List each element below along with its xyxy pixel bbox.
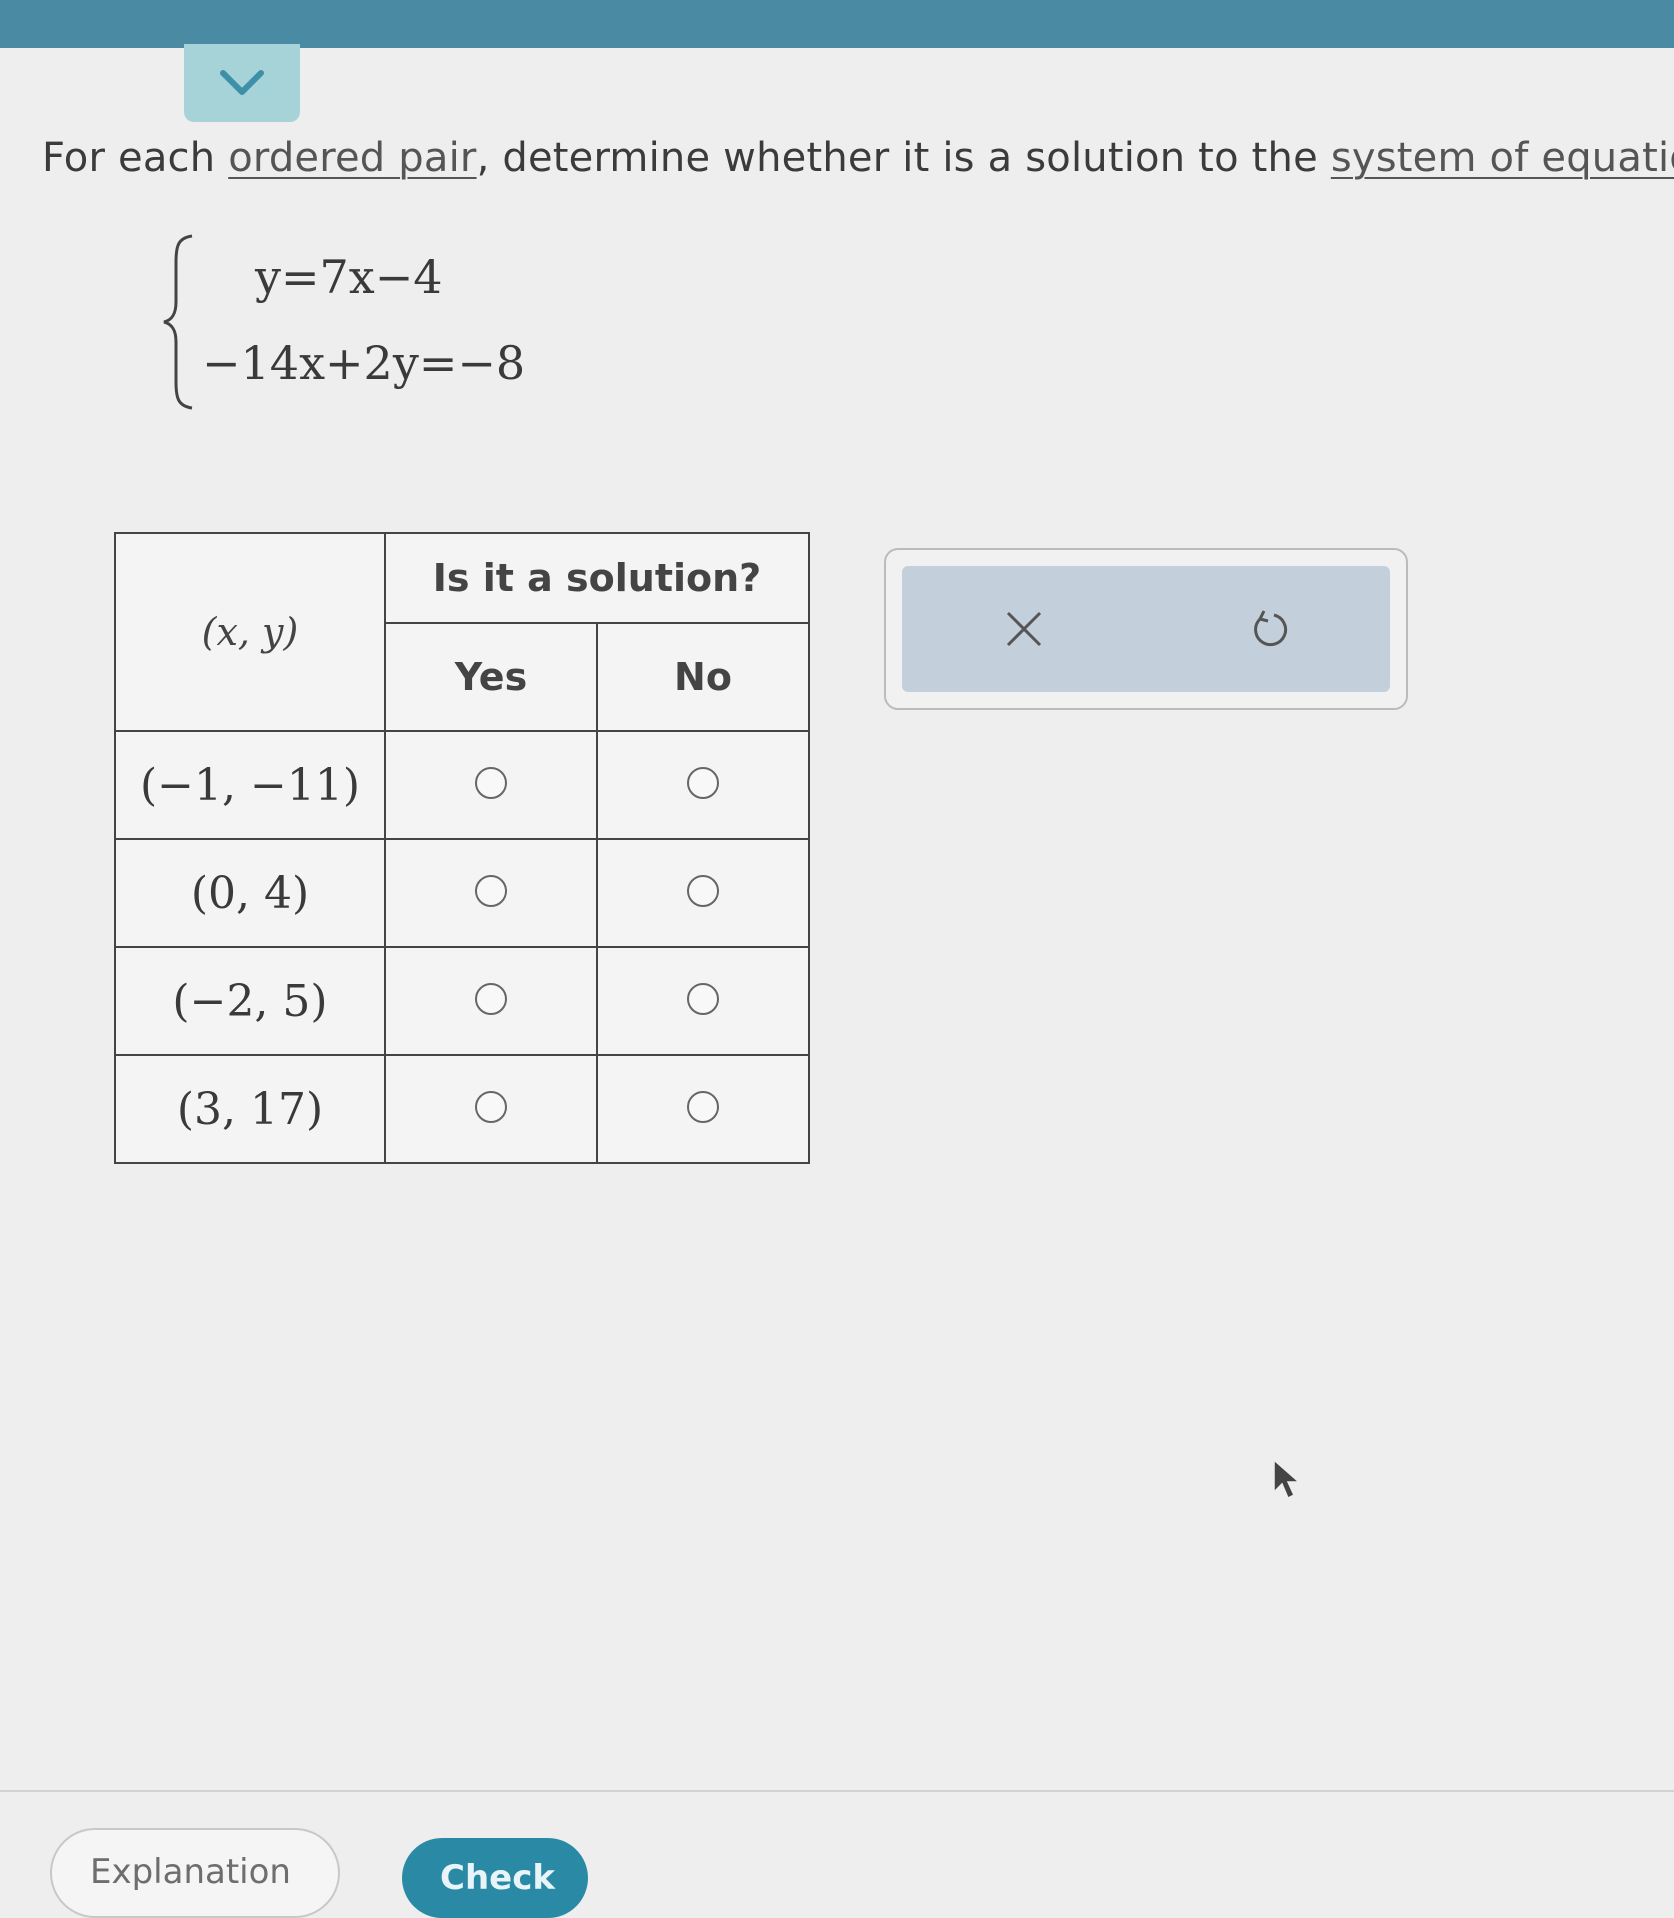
check-button[interactable]: Check <box>402 1838 588 1918</box>
yes-cell <box>384 1054 598 1164</box>
no-radio[interactable] <box>687 875 719 907</box>
question-prompt: For each ordered pair, determine whether… <box>42 135 1674 181</box>
mouse-cursor-icon <box>1273 1458 1301 1500</box>
no-radio[interactable] <box>687 767 719 799</box>
ordered-pair: (−1, −11) <box>114 730 386 840</box>
ordered-pair-link[interactable]: ordered pair <box>228 135 476 181</box>
yes-radio[interactable] <box>475 1091 507 1123</box>
no-cell <box>596 1054 810 1164</box>
solution-group-header: Is it a solution? <box>384 532 810 624</box>
yes-radio[interactable] <box>475 767 507 799</box>
yes-cell <box>384 838 598 948</box>
table-row: (−1, −11) <box>114 730 810 840</box>
no-radio[interactable] <box>687 983 719 1015</box>
no-column-header: No <box>596 622 810 732</box>
left-brace <box>163 234 193 410</box>
ordered-pair: (3, 17) <box>114 1054 386 1164</box>
undo-icon[interactable] <box>1244 605 1292 653</box>
ordered-pair: (−2, 5) <box>114 946 386 1056</box>
chevron-down-icon <box>220 70 264 95</box>
answer-tools-panel <box>884 548 1408 710</box>
pair-column-header: (x, y) <box>114 532 386 732</box>
equation-2: −14x+2y=−8 <box>202 336 526 390</box>
explanation-button[interactable]: Explanation <box>50 1828 340 1918</box>
table-row: (3, 17) <box>114 1054 810 1164</box>
table-row: (−2, 5) <box>114 946 810 1056</box>
system-of-equations-link[interactable]: system of equatio <box>1331 135 1674 181</box>
ordered-pair: (0, 4) <box>114 838 386 948</box>
yes-cell <box>384 730 598 840</box>
yes-column-header: Yes <box>384 622 598 732</box>
no-cell <box>596 838 810 948</box>
prompt-text: For each <box>42 135 229 181</box>
equation-1: y=7x−4 <box>255 250 443 304</box>
equation-system: y=7x−4 −14x+2y=−8 <box>160 232 660 412</box>
yes-cell <box>384 946 598 1056</box>
footer-divider <box>0 1790 1674 1792</box>
no-radio[interactable] <box>687 1091 719 1123</box>
answer-tools <box>902 566 1390 692</box>
no-cell <box>596 730 810 840</box>
prompt-text: , determine whether it is a solution to … <box>476 135 1331 181</box>
x-icon[interactable] <box>1000 605 1048 653</box>
yes-radio[interactable] <box>475 875 507 907</box>
collapse-toggle[interactable] <box>184 44 300 122</box>
yes-radio[interactable] <box>475 983 507 1015</box>
table-row: (0, 4) <box>114 838 810 948</box>
top-bar <box>0 0 1674 48</box>
no-cell <box>596 946 810 1056</box>
solution-table: (x, y) Is it a solution? Yes No (−1, −11… <box>114 532 810 1164</box>
